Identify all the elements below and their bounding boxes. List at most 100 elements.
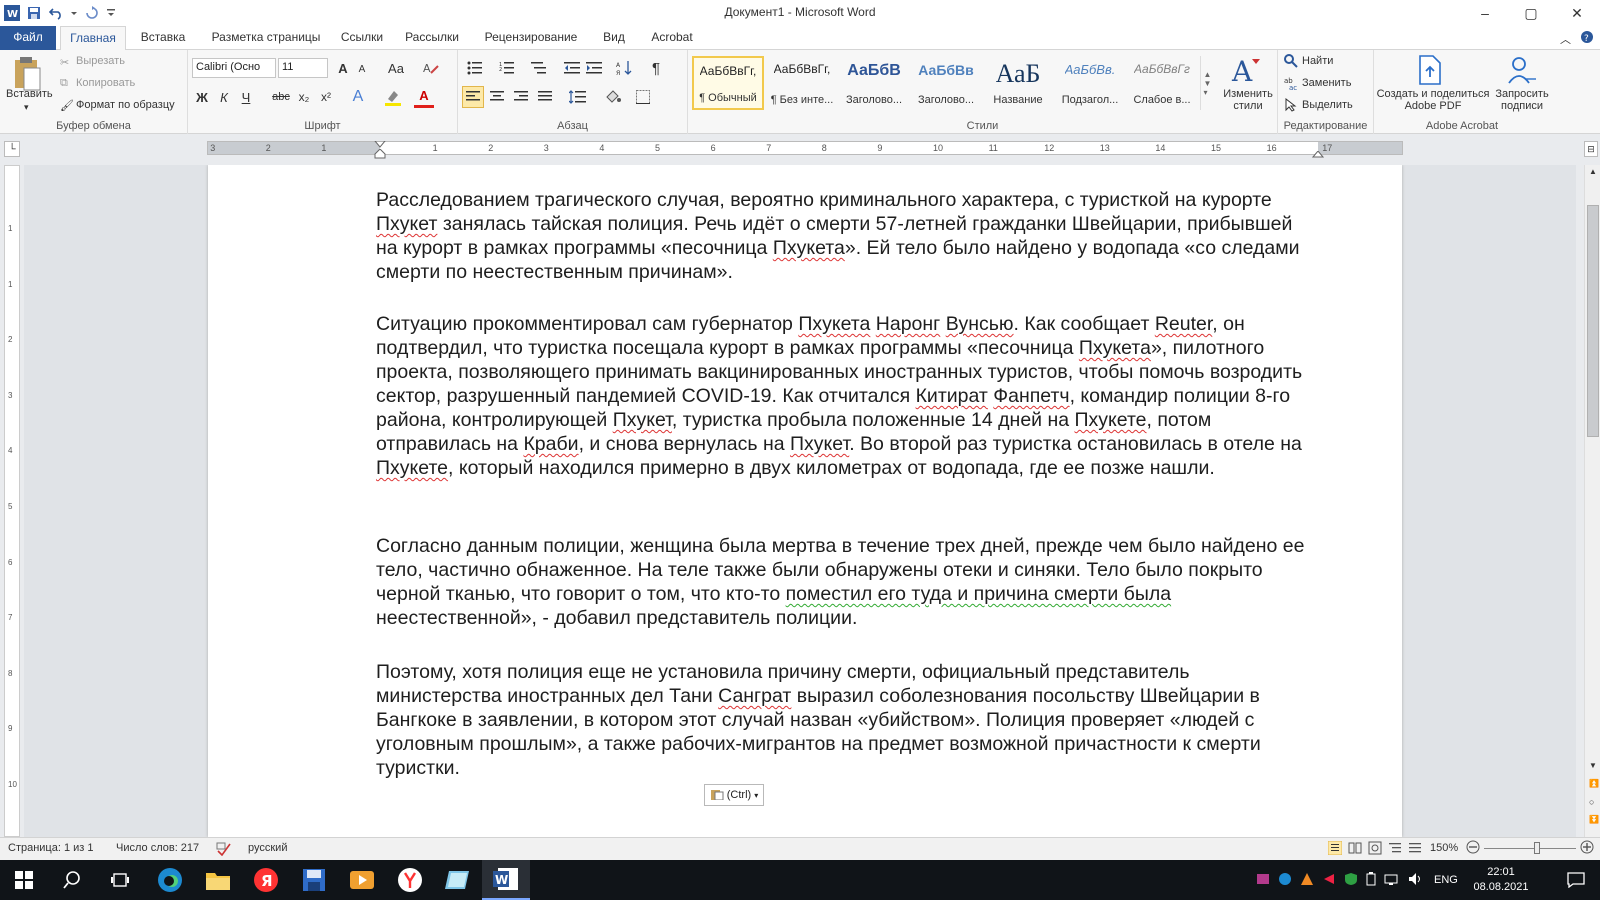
scrollbar-thumb[interactable]: [1587, 205, 1599, 437]
paste-options-button[interactable]: (Ctrl) ▾: [704, 784, 764, 806]
vertical-scrollbar[interactable]: ▲ ▼ ⏫ ○ ⏬: [1584, 165, 1600, 837]
paste-dropdown-icon[interactable]: ▾: [24, 102, 29, 113]
shrink-font-button[interactable]: A: [354, 60, 370, 78]
grow-font-button[interactable]: A: [334, 58, 352, 78]
draft-view-icon[interactable]: [1408, 841, 1422, 858]
tray-red-icon[interactable]: [1322, 872, 1336, 889]
maximize-button[interactable]: ▢: [1508, 0, 1554, 26]
notifications-icon[interactable]: [1552, 860, 1600, 900]
tab-file[interactable]: Файл: [0, 26, 56, 50]
style-normal[interactable]: АаБбВвГг, ¶ Обычный: [692, 56, 764, 110]
create-pdf-icon[interactable]: [1414, 52, 1446, 88]
yandex-icon[interactable]: [386, 860, 434, 900]
media-player-icon[interactable]: [338, 860, 386, 900]
file-explorer-icon[interactable]: [194, 860, 242, 900]
find-button[interactable]: Найти: [1302, 55, 1333, 67]
sort-icon[interactable]: AЯ: [614, 58, 634, 78]
tab-home[interactable]: Главная: [60, 26, 126, 51]
multilevel-list-icon[interactable]: [528, 58, 550, 78]
tab-review[interactable]: Рецензирование: [474, 26, 588, 50]
paragraph[interactable]: Поэтому, хотя полиция еще не установила …: [376, 660, 1316, 780]
font-color-button[interactable]: A: [414, 86, 434, 108]
tray-orange-icon[interactable]: [1300, 872, 1314, 889]
vertical-ruler[interactable]: 11234567891011: [4, 165, 20, 845]
paragraph[interactable]: Расследованием трагического случая, веро…: [376, 188, 1316, 284]
text-effects-button[interactable]: A: [348, 86, 368, 108]
replace-button[interactable]: Заменить: [1302, 77, 1351, 89]
zoom-level[interactable]: 150%: [1430, 842, 1458, 854]
word-count[interactable]: Число слов: 217: [116, 842, 199, 854]
edge-tray-icon[interactable]: [1278, 872, 1292, 889]
change-styles-button[interactable]: Изменить стили: [1222, 88, 1274, 112]
increase-indent-icon[interactable]: [584, 58, 604, 78]
superscript-button[interactable]: x²: [316, 86, 336, 108]
volume-icon[interactable]: [1408, 872, 1424, 889]
scroll-up-icon[interactable]: ▲: [1589, 167, 1597, 176]
paste-button[interactable]: Вставить: [6, 88, 53, 100]
change-styles-icon[interactable]: A: [1218, 52, 1274, 88]
shading-icon[interactable]: [602, 86, 624, 108]
format-painter-button[interactable]: Формат по образцу: [76, 99, 175, 111]
style-heading-1[interactable]: АаБбВ Заголово...: [838, 56, 910, 110]
word-taskbar-icon[interactable]: W: [482, 860, 530, 900]
show-formatting-icon[interactable]: ¶: [646, 58, 666, 78]
edge-browser-icon[interactable]: [146, 860, 194, 900]
windows-security-icon[interactable]: [1344, 872, 1358, 889]
page-count[interactable]: Страница: 1 из 1: [8, 842, 94, 854]
paragraph[interactable]: Ситуацию прокомментировал сам губернатор…: [376, 312, 1316, 480]
print-layout-view-icon[interactable]: [1327, 840, 1343, 858]
italic-button[interactable]: К: [214, 86, 234, 108]
next-page-icon[interactable]: ⏬: [1589, 815, 1599, 824]
yandex-browser-icon[interactable]: Я: [242, 860, 290, 900]
select-icon[interactable]: [1284, 97, 1298, 115]
web-layout-view-icon[interactable]: [1368, 841, 1382, 858]
align-left-icon[interactable]: [462, 86, 484, 108]
language-indicator[interactable]: русский: [248, 842, 287, 854]
style-subtitle[interactable]: АаБбВв. Подзагол...: [1054, 56, 1126, 110]
numbering-icon[interactable]: 12: [496, 58, 518, 78]
tab-view[interactable]: Вид: [597, 26, 631, 50]
strikethrough-button[interactable]: abc: [270, 86, 292, 108]
network-icon[interactable]: [1384, 872, 1400, 889]
change-case-button[interactable]: Aa: [384, 58, 408, 78]
zoom-in-icon[interactable]: [1580, 840, 1594, 857]
close-button[interactable]: ✕: [1554, 0, 1600, 26]
copy-icon[interactable]: ⧉: [60, 77, 68, 90]
select-button[interactable]: Выделить: [1302, 99, 1353, 111]
notes-app-icon[interactable]: [434, 860, 482, 900]
hanging-indent-marker[interactable]: [374, 148, 386, 162]
select-browse-object-icon[interactable]: ○: [1589, 797, 1594, 807]
decrease-indent-icon[interactable]: [562, 58, 582, 78]
tab-insert[interactable]: Вставка: [132, 26, 194, 50]
subscript-button[interactable]: x₂: [294, 86, 314, 108]
bold-button[interactable]: Ж: [192, 86, 212, 108]
align-center-icon[interactable]: [486, 86, 508, 108]
replace-icon[interactable]: ab ac: [1284, 76, 1298, 93]
zoom-out-icon[interactable]: [1466, 840, 1480, 857]
task-view-icon[interactable]: [96, 860, 144, 900]
view-ruler-icon[interactable]: ⊟: [1584, 141, 1598, 157]
input-language[interactable]: ENG: [1434, 874, 1458, 886]
battery-icon[interactable]: [1366, 871, 1376, 889]
style-title[interactable]: АаБ Название: [982, 56, 1054, 110]
help-icon[interactable]: ?: [1580, 30, 1594, 47]
horizontal-ruler[interactable]: 3 2 1 1 2 3 4 5 6 7 8 9 10 11 12 13 14 15 16 17: [207, 140, 1403, 159]
font-size-field[interactable]: 11: [278, 58, 328, 78]
font-name-field[interactable]: Calibri (Осно: [192, 58, 276, 78]
scroll-down-icon[interactable]: ▼: [1589, 761, 1597, 770]
tab-mailings[interactable]: Рассылки: [400, 26, 464, 50]
minimize-button[interactable]: –: [1462, 0, 1508, 26]
paragraph[interactable]: Согласно данным полиции, женщина была ме…: [376, 534, 1316, 630]
request-signatures-button[interactable]: Запросить подписи: [1494, 88, 1550, 112]
borders-icon[interactable]: [632, 86, 654, 108]
tab-selector-icon[interactable]: └: [4, 141, 20, 157]
previous-page-icon[interactable]: ⏫: [1589, 779, 1599, 788]
request-signatures-icon[interactable]: [1504, 52, 1540, 88]
search-icon[interactable]: [48, 860, 96, 900]
tab-page-layout[interactable]: Разметка страницы: [202, 26, 330, 50]
cut-button[interactable]: Вырезать: [76, 55, 125, 67]
style-no-spacing[interactable]: АаБбВвГг, ¶ Без инте...: [766, 56, 838, 110]
copy-button[interactable]: Копировать: [76, 77, 135, 89]
cut-icon[interactable]: ✂: [60, 56, 69, 69]
styles-scroll-icon[interactable]: ▲ ▼ ▾: [1200, 56, 1214, 110]
